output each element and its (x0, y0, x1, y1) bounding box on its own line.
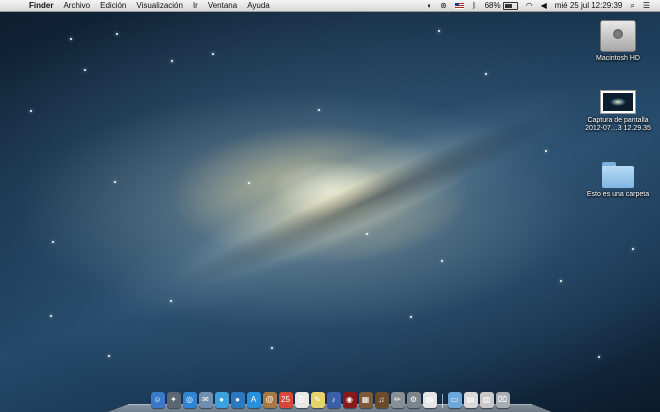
desktop-icon-folder[interactable]: Esto es una carpeta (578, 160, 658, 199)
calendar-dock-icon[interactable]: 25 (278, 392, 293, 408)
launchpad-dock-icon[interactable]: ✦ (166, 392, 181, 408)
sync-icon[interactable]: ⊛ (436, 0, 451, 11)
menu-finder[interactable]: Finder (24, 0, 58, 11)
menu-visualizacion[interactable]: Visualización (131, 0, 188, 11)
menu-ventana[interactable]: Ventana (203, 0, 242, 11)
documents-stack-icon[interactable]: ▤ (463, 392, 478, 408)
wallpaper-star (52, 241, 54, 243)
wallpaper-star (114, 181, 116, 183)
wallpaper-star (108, 355, 110, 357)
wallpaper-star (84, 69, 86, 71)
wallpaper-star (171, 60, 173, 62)
wallpaper-star (560, 280, 562, 282)
reminders-dock-icon[interactable]: ☰ (294, 392, 309, 408)
dock-separator (441, 394, 443, 408)
mail-dock-icon[interactable]: ✉ (198, 392, 213, 408)
wallpaper-star (410, 316, 412, 318)
desktop-icon-label: Esto es una carpeta (586, 191, 650, 198)
wallpaper-star (545, 150, 547, 152)
photobooth-dock-icon[interactable]: ◉ (342, 392, 357, 408)
wallpaper-star (50, 315, 52, 317)
folder-icon (600, 160, 636, 188)
wifi-icon[interactable]: ◠ (522, 0, 537, 11)
dock-items: ☺ ✦ ◎ ✉ ● ● A @25 ☰ ✎ ♪ ◉ ▦ ♫ ✏ ⚙ ▤ ▭ ▤ ▥ ⌧ (150, 392, 510, 412)
garageband-dock-icon[interactable]: ♫ (374, 392, 389, 408)
facetime-dock-icon[interactable]: ● (230, 392, 245, 408)
notes-dock-icon[interactable]: ✎ (310, 392, 325, 408)
dock: ☺ ✦ ◎ ✉ ● ● A @25 ☰ ✎ ♪ ◉ ▦ ♫ ✏ ⚙ ▤ ▭ ▤ ▥ ⌧ (108, 388, 552, 412)
clock[interactable]: mié 25 jul 12:29:39 (551, 0, 627, 11)
finder-dock-icon[interactable]: ☺ (150, 392, 165, 408)
preview-dock-icon[interactable]: ▤ (422, 392, 437, 408)
notification-center-icon[interactable]: ☰ (639, 0, 654, 11)
desktop-icon-macintosh-hd[interactable]: Macintosh HD (578, 20, 658, 63)
wallpaper-star (170, 300, 172, 302)
menu-bar: Finder Archivo Edición Visualización Ir … (0, 0, 660, 12)
applications-stack-icon[interactable]: ▭ (447, 392, 462, 408)
wallpaper-star (271, 347, 273, 349)
desktop-icon-label: Macintosh HD (596, 55, 640, 62)
battery-icon (502, 1, 518, 10)
bluetooth-icon[interactable]: ᛒ (468, 0, 481, 11)
menu-ir[interactable]: Ir (188, 0, 203, 11)
trash-dock-icon[interactable]: ⌧ (495, 392, 510, 408)
desktop-icon-screenshot[interactable]: Captura de pantalla 2012-07…3 12.29.35 (578, 90, 658, 133)
desktop-icon-label: Captura de pantalla (587, 117, 649, 124)
screenshot-icon (600, 90, 636, 114)
wallpaper-star (485, 73, 487, 75)
spotlight-search-icon[interactable]: ⌕ (626, 0, 638, 11)
wallpaper-star (116, 33, 118, 35)
wallpaper-star (318, 109, 320, 111)
wallpaper-star (70, 38, 72, 40)
time-machine-icon[interactable]: ◐ (423, 0, 436, 11)
wallpaper-star (438, 30, 440, 32)
messages-dock-icon[interactable]: ● (214, 392, 229, 408)
downloads-stack-icon[interactable]: ▥ (479, 392, 494, 408)
wallpaper-star (212, 53, 214, 55)
battery-status[interactable]: 68% (481, 0, 522, 11)
itunes-dock-icon[interactable]: ♪ (326, 392, 341, 408)
desktop[interactable]: Finder Archivo Edición Visualización Ir … (0, 0, 660, 412)
volume-icon[interactable]: ◀ (537, 0, 551, 11)
appstore-dock-icon[interactable]: A (246, 392, 261, 408)
battery-percent: 68% (484, 1, 501, 10)
menu-ayuda[interactable]: Ayuda (242, 0, 275, 11)
wallpaper-star (248, 182, 250, 184)
safari-dock-icon[interactable]: ◎ (182, 392, 197, 408)
desktop-icon-sublabel: 2012-07…3 12.29.35 (585, 125, 651, 132)
wallpaper-star (598, 356, 600, 358)
system-preferences-dock-icon[interactable]: ⚙ (406, 392, 421, 408)
hard-drive-icon (600, 20, 636, 52)
wallpaper-star (441, 260, 443, 262)
iwork-dock-icon[interactable]: ✏ (390, 392, 405, 408)
wallpaper-star (632, 248, 634, 250)
wallpaper-star (30, 110, 32, 112)
menu-archivo[interactable]: Archivo (58, 0, 95, 11)
iphoto-dock-icon[interactable]: ▦ (358, 392, 373, 408)
wallpaper-star (366, 233, 368, 235)
contacts-dock-icon[interactable]: @ (262, 392, 277, 408)
input-source-icon[interactable] (451, 2, 468, 9)
menu-edicion[interactable]: Edición (95, 0, 131, 11)
